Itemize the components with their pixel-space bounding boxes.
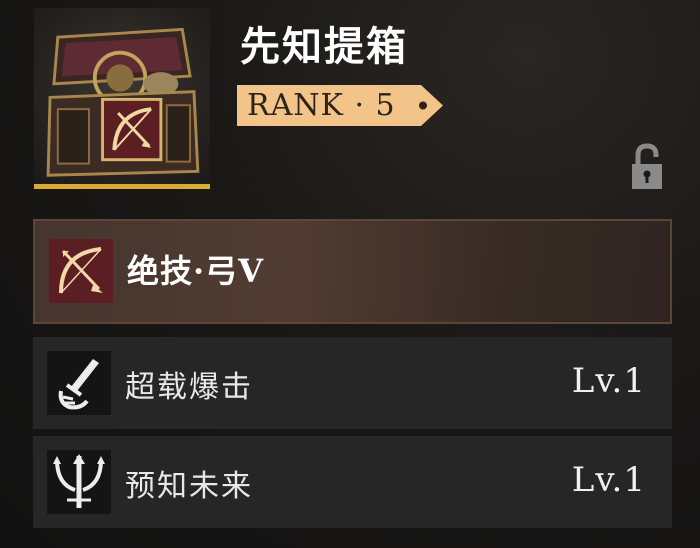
rank-label: RANK · 5 [247, 88, 396, 123]
rank-badge: RANK · 5 [237, 85, 443, 126]
skill-name: 绝技·弓V [127, 252, 264, 290]
skill-name: 超载爆击 [125, 370, 253, 405]
sword-hand-icon [47, 351, 111, 415]
item-title: 先知提箱 [240, 23, 408, 70]
treasure-chest-icon [34, 8, 210, 189]
bow-arrow-icon [49, 239, 113, 303]
skill-row-foresight[interactable]: 预知未来 Lv.1 [33, 436, 672, 528]
trident-icon [47, 450, 111, 514]
skill-row-overload[interactable]: 超载爆击 Lv.1 [33, 337, 672, 429]
skill-level: Lv.1 [571, 361, 646, 401]
unlocked-padlock-icon[interactable] [630, 143, 664, 191]
item-detail-panel: 先知提箱 RANK · 5 绝技·弓V 超载爆击 Lv.1 预知未来 Lv.1 [0, 0, 700, 548]
skill-row-signature[interactable]: 绝技·弓V [33, 219, 672, 324]
skill-name: 预知未来 [125, 469, 253, 504]
skill-level: Lv.1 [571, 460, 646, 500]
